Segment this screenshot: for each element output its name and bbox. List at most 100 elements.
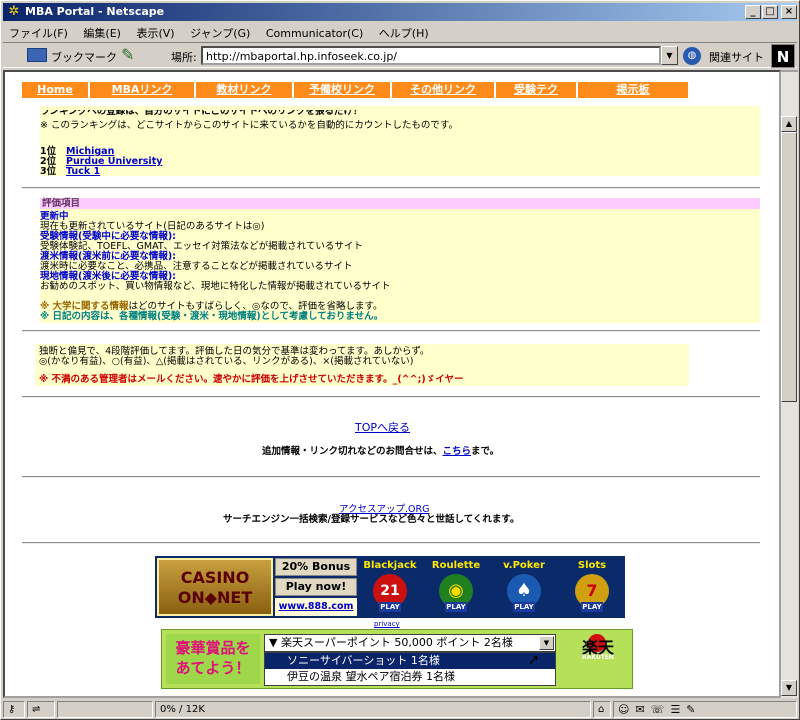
nav-prep-school-links[interactable]: 予備校リンク xyxy=(294,82,392,98)
divider xyxy=(22,476,760,478)
prize-headline-line1: 豪華賞品を xyxy=(175,639,251,657)
criteria-line: お勧めのスポット、買い物情報など、現地に特化した情報が掲載されているサイト xyxy=(40,281,391,292)
divider xyxy=(22,396,760,398)
related-sites-button[interactable]: 関連サイト xyxy=(709,49,764,65)
evaluation-line-2: ◎(かなり有益)、○(有益)、△(掲載はされている、リンクがある)、×(掲載され… xyxy=(39,356,414,367)
component-bar[interactable]: ☺✉☏☰✎ xyxy=(613,701,797,718)
bookmarks-icon[interactable] xyxy=(27,48,47,62)
casino-logo: CASINO ON◆NET xyxy=(157,558,273,616)
menu-file[interactable]: ファイル(F) xyxy=(3,22,74,41)
casino-logo-line2: ON◆NET xyxy=(177,588,253,607)
window-title: MBA Portal - Netscape xyxy=(25,5,165,18)
menu-help[interactable]: ヘルプ(H) xyxy=(373,22,435,41)
netscape-icon: ✲ xyxy=(8,4,20,19)
evaluation-line-3: ※ 不満のある管理者はメールください。速やかに評価を上げさせていただきます。_(… xyxy=(39,374,464,385)
nav-mba-links[interactable]: MBAリンク xyxy=(90,82,196,98)
roulette-game[interactable]: Roulette ◉ PLAY xyxy=(427,560,485,614)
access-up-description: サーチエンジン一括検索/登録サービスなど色々と世話してくれます。 xyxy=(223,514,520,525)
video-poker-game[interactable]: v.Poker ♠ PLAY xyxy=(495,560,553,614)
menu-bar: ファイル(F) 編集(E) 表示(V) ジャンプ(G) Communicator… xyxy=(3,22,797,41)
contact-end: まで。 xyxy=(471,446,500,457)
contact-link[interactable]: こちら xyxy=(443,446,472,457)
url-dropdown-button[interactable]: ▼ xyxy=(661,46,678,65)
ranking-cut-line: ランキングへの登録は、自分のサイトにこのサイトへのリンクを張るだけ！ xyxy=(40,106,363,117)
scroll-up-button[interactable]: ▲ xyxy=(781,116,797,132)
bonus-label: 20% Bonus xyxy=(275,558,357,576)
title-bar: ✲ MBA Portal - Netscape _ □ × xyxy=(3,3,797,21)
prize-select[interactable]: ▼ 楽天スーパーポイント 50,000 ポイント 2名様 ▼ xyxy=(264,634,556,652)
page-proxy-icon[interactable]: ✎ xyxy=(121,46,139,64)
nav-exam-tips[interactable]: 受験テク xyxy=(496,82,578,98)
prize-option[interactable]: 伊豆の温泉 望水ペア宿泊券 1名様 xyxy=(265,669,555,685)
criteria-box: 更新中 現在も更新されているサイト(日記のあるサイトは◎) 受験情報(受験中に必… xyxy=(40,209,760,323)
close-button[interactable]: × xyxy=(781,5,797,19)
casino-logo-line1: CASINO xyxy=(180,568,250,587)
contact-line: 追加情報・リンク切れなどのお問合せは、こちらまで。 xyxy=(262,446,499,457)
play-badge: PLAY xyxy=(513,602,535,612)
divider xyxy=(22,187,760,189)
prize-headline-line2: あてよう！ xyxy=(175,659,251,677)
mouse-cursor-icon: ➚ xyxy=(528,652,540,668)
site-nav: Home MBAリンク 教材リンク 予備校リンク その他リンク 受験テク 掲示板 xyxy=(22,82,688,98)
rakuten-banner[interactable]: 豪華賞品をあてよう！ ▼ 楽天スーパーポイント 50,000 ポイント 2名様 … xyxy=(161,629,633,689)
menu-go[interactable]: ジャンプ(G) xyxy=(184,22,256,41)
nav-other-links[interactable]: その他リンク xyxy=(392,82,496,98)
browser-window: ✲ MBA Portal - Netscape _ □ × ファイル(F) 編集… xyxy=(0,0,800,720)
casino-url-link[interactable]: www.888.com xyxy=(275,598,357,616)
location-label: 場所: xyxy=(171,51,197,64)
prize-option[interactable]: ソニーサイバーショット 1名様 xyxy=(265,653,555,669)
menu-edit[interactable]: 編集(E) xyxy=(77,22,127,41)
menu-communicator[interactable]: Communicator(C) xyxy=(260,24,369,40)
slots-game[interactable]: Slots 7 PLAY xyxy=(563,560,621,614)
ranking-note: ※ このランキングは、どこサイトからこのサイトに来ているかを自動的にカウントした… xyxy=(40,120,458,131)
divider xyxy=(22,542,760,544)
prize-headline: 豪華賞品をあてよう！ xyxy=(166,634,260,684)
nav-bbs[interactable]: 掲示板 xyxy=(578,82,688,98)
progress-bar xyxy=(57,701,153,718)
minimize-button[interactable]: _ xyxy=(745,5,761,19)
game-label: v.Poker xyxy=(503,560,545,571)
rank-3-label: 3位 xyxy=(40,166,57,177)
lock-icon[interactable]: ⌂ xyxy=(593,701,611,718)
criteria-header-bar: 評価項目 xyxy=(40,198,760,209)
connection-icon: ⇌ xyxy=(27,701,55,718)
nav-textbook-links[interactable]: 教材リンク xyxy=(196,82,294,98)
ranking-box: ランキングへの登録は、自分のサイトにこのサイトへのリンクを張るだけ！ ※ このラ… xyxy=(40,106,760,177)
netscape-logo[interactable]: N xyxy=(771,44,795,68)
game-label: Roulette xyxy=(431,560,481,571)
scroll-thumb[interactable] xyxy=(781,132,797,402)
rakuten-logo-small: RAKUTEN xyxy=(582,654,614,661)
status-text: 0% / 12K xyxy=(155,701,591,718)
blackjack-game[interactable]: Blackjack 21 PLAY xyxy=(361,560,419,614)
casino-banner[interactable]: CASINO ON◆NET 20% Bonus Play now! www.888… xyxy=(155,556,625,618)
divider xyxy=(22,330,760,332)
play-badge: PLAY xyxy=(445,602,467,612)
evaluation-box: 独断と偏見で、4段階評価してます。評価した日の気分で基準は変わってます。あしから… xyxy=(35,344,689,386)
chevron-down-icon[interactable]: ▼ xyxy=(539,636,554,650)
url-input[interactable]: http://mbaportal.hp.infoseek.co.jp/ xyxy=(201,46,661,65)
diary-note: ※ 日記の内容は、各種情報(受験・渡米・現地情報)として考慮しておりません。 xyxy=(40,311,384,322)
rakuten-logo: 楽天 RAKUTEN xyxy=(566,632,630,686)
play-badge: PLAY xyxy=(379,602,401,612)
bookmarks-button[interactable]: ブックマーク xyxy=(51,49,117,65)
page-content: Home MBAリンク 教材リンク 予備校リンク その他リンク 受験テク 掲示板… xyxy=(3,70,781,698)
related-sites-icon[interactable]: ◍ xyxy=(683,47,701,65)
prize-selected-value: ▼ 楽天スーパーポイント 50,000 ポイント 2名様 xyxy=(269,636,513,649)
contact-text: 追加情報・リンク切れなどのお問合せは、 xyxy=(262,446,443,457)
prize-dropdown-list: ソニーサイバーショット 1名様 伊豆の温泉 望水ペア宿泊券 1名様 xyxy=(264,652,556,686)
menu-view[interactable]: 表示(V) xyxy=(130,22,180,41)
game-label: Slots xyxy=(577,560,607,571)
criteria-header: 評価項目 xyxy=(42,198,81,209)
play-now-button[interactable]: Play now! xyxy=(275,578,357,596)
location-toolbar: ブックマーク ✎ 場所: http://mbaportal.hp.infosee… xyxy=(3,42,797,68)
security-icon[interactable]: ⚷ xyxy=(3,701,25,718)
game-label: Blackjack xyxy=(363,560,417,571)
status-bar: ⚷ ⇌ 0% / 12K ⌂ ☺✉☏☰✎ xyxy=(3,699,797,719)
scroll-down-button[interactable]: ▼ xyxy=(781,680,797,696)
rank-3-link[interactable]: Tuck 1 xyxy=(66,166,100,177)
vertical-scrollbar[interactable]: ▲ ▼ xyxy=(781,70,798,698)
play-badge: PLAY xyxy=(581,602,603,612)
maximize-button[interactable]: □ xyxy=(762,5,778,19)
nav-home[interactable]: Home xyxy=(22,82,90,98)
top-link[interactable]: TOPへ戻る xyxy=(355,422,410,433)
